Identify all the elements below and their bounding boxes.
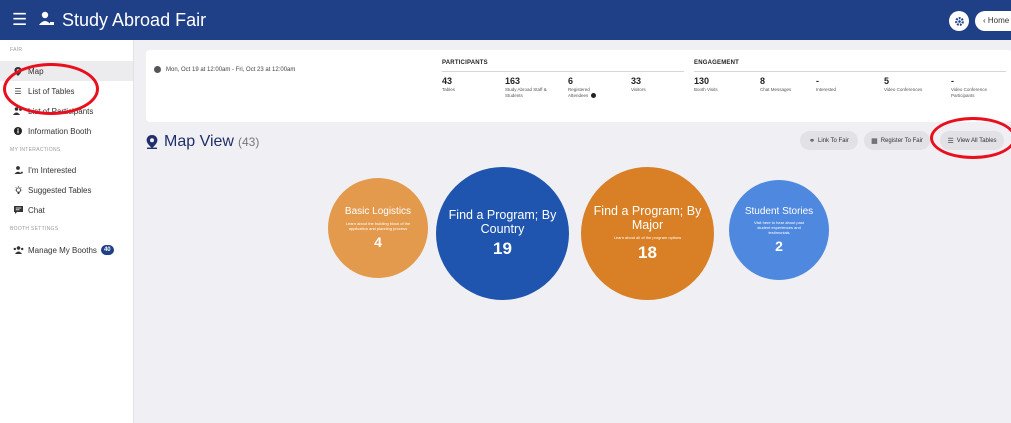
table-bubble-by-major[interactable]: Find a Program; By Major Learn about all… xyxy=(581,167,714,300)
sidebar-item-information-booth[interactable]: Information Booth xyxy=(0,121,133,141)
fair-date-range: Mon, Oct 19 at 12:00am - Fri, Oct 23 at … xyxy=(154,66,295,73)
menu-icon[interactable]: ☰ xyxy=(12,11,27,28)
map-pin-icon xyxy=(12,66,24,76)
sidebar-section-fair: FAIR xyxy=(10,47,23,53)
list-icon: ☰ xyxy=(947,137,954,145)
sidebar-item-suggested-tables[interactable]: Suggested Tables xyxy=(0,180,133,200)
sidebar-item-label: Map xyxy=(28,66,44,76)
info-icon[interactable] xyxy=(590,92,596,98)
sidebar-item-label: I'm Interested xyxy=(28,165,77,175)
engagement-heading: ENGAGEMENT xyxy=(694,60,740,66)
date-range-text: Mon, Oct 19 at 12:00am - Fri, Oct 23 at … xyxy=(166,66,296,73)
sidebar-section-my-interactions: MY INTERACTIONS xyxy=(10,147,61,153)
app-title: Study Abroad Fair xyxy=(62,10,207,30)
stat-interested: - Interested xyxy=(816,76,837,92)
lightbulb-icon xyxy=(12,185,24,195)
info-icon xyxy=(12,127,24,135)
sidebar-item-label: Suggested Tables xyxy=(28,185,92,195)
map-view-title: Map View (43) xyxy=(146,133,259,151)
stat-chat-messages: 8 Chat Messages xyxy=(760,76,792,92)
sidebar-item-label: Manage My Booths xyxy=(28,245,97,255)
stat-booth-visits: 130 Booth Visits xyxy=(694,76,718,92)
sidebar: FAIR Map ☰ List of Tables List of Partic… xyxy=(0,40,134,423)
sidebar-item-list-of-participants[interactable]: List of Participants xyxy=(0,101,133,121)
top-bar: ☰ Study Abroad Fair ‹ Home xyxy=(0,0,1011,40)
participants-heading: PARTICIPANTS xyxy=(442,60,488,66)
stat-staff-students: 163 Study Abroad Staff & Students xyxy=(505,76,547,98)
map-table-count: (43) xyxy=(237,135,260,149)
sidebar-section-booth-settings: BOOTH SETTINGS xyxy=(10,226,59,232)
gear-icon xyxy=(954,16,964,26)
booth-count-badge: 40 xyxy=(100,245,114,255)
chat-icon xyxy=(12,206,24,214)
stat-registered-attendees: 6 Registered Attendees xyxy=(568,76,604,98)
link-to-fair-button[interactable]: ⚭ Link To Fair xyxy=(800,131,858,150)
stat-video-conferences: 5 Video Conferences xyxy=(884,76,923,92)
view-all-tables-button[interactable]: ☰ View All Tables xyxy=(940,131,1004,150)
sidebar-item-label: List of Participants xyxy=(28,106,94,116)
list-icon: ☰ xyxy=(14,86,22,96)
stat-tables: 43 Tables xyxy=(442,76,456,92)
sidebar-item-manage-my-booths[interactable]: Manage My Booths 40 xyxy=(0,240,133,260)
fair-summary-card: Mon, Oct 19 at 12:00am - Fri, Oct 23 at … xyxy=(146,50,1011,122)
group-icon xyxy=(12,246,24,254)
fair-logo-icon xyxy=(39,11,54,25)
home-button[interactable]: ‹ Home xyxy=(975,11,1011,31)
sidebar-item-map[interactable]: Map xyxy=(0,61,133,81)
person-icon xyxy=(12,166,24,174)
main-content: Mon, Oct 19 at 12:00am - Fri, Oct 23 at … xyxy=(134,40,1011,423)
sidebar-item-label: Information Booth xyxy=(28,126,92,136)
sidebar-item-list-of-tables[interactable]: ☰ List of Tables xyxy=(0,81,133,101)
participants-divider xyxy=(442,71,684,72)
table-bubble-by-country[interactable]: Find a Program; By Country 19 xyxy=(436,167,569,300)
stat-visitors: 33 Visitors xyxy=(631,76,646,92)
map-view-heading: Map View xyxy=(164,133,234,150)
sidebar-item-label: List of Tables xyxy=(28,86,75,96)
map-pin-icon xyxy=(146,135,158,149)
stat-video-conference-participants: - Video Conference Participants xyxy=(951,76,987,98)
settings-button[interactable] xyxy=(949,11,969,31)
sidebar-item-label: Chat xyxy=(28,205,45,215)
sidebar-item-im-interested[interactable]: I'm Interested xyxy=(0,160,133,180)
clock-icon xyxy=(154,66,161,73)
table-bubble-student-stories[interactable]: Student Stories Visit here to hear about… xyxy=(729,180,829,280)
people-icon xyxy=(12,107,24,115)
link-icon: ⚭ xyxy=(809,137,815,145)
register-to-fair-button[interactable]: ▦ Register To Fair xyxy=(864,131,930,150)
calendar-icon: ▦ xyxy=(871,137,878,145)
table-bubble-basic-logistics[interactable]: Basic Logistics Learn about the building… xyxy=(328,178,428,278)
sidebar-item-chat[interactable]: Chat xyxy=(0,200,133,220)
engagement-divider xyxy=(694,71,1006,72)
